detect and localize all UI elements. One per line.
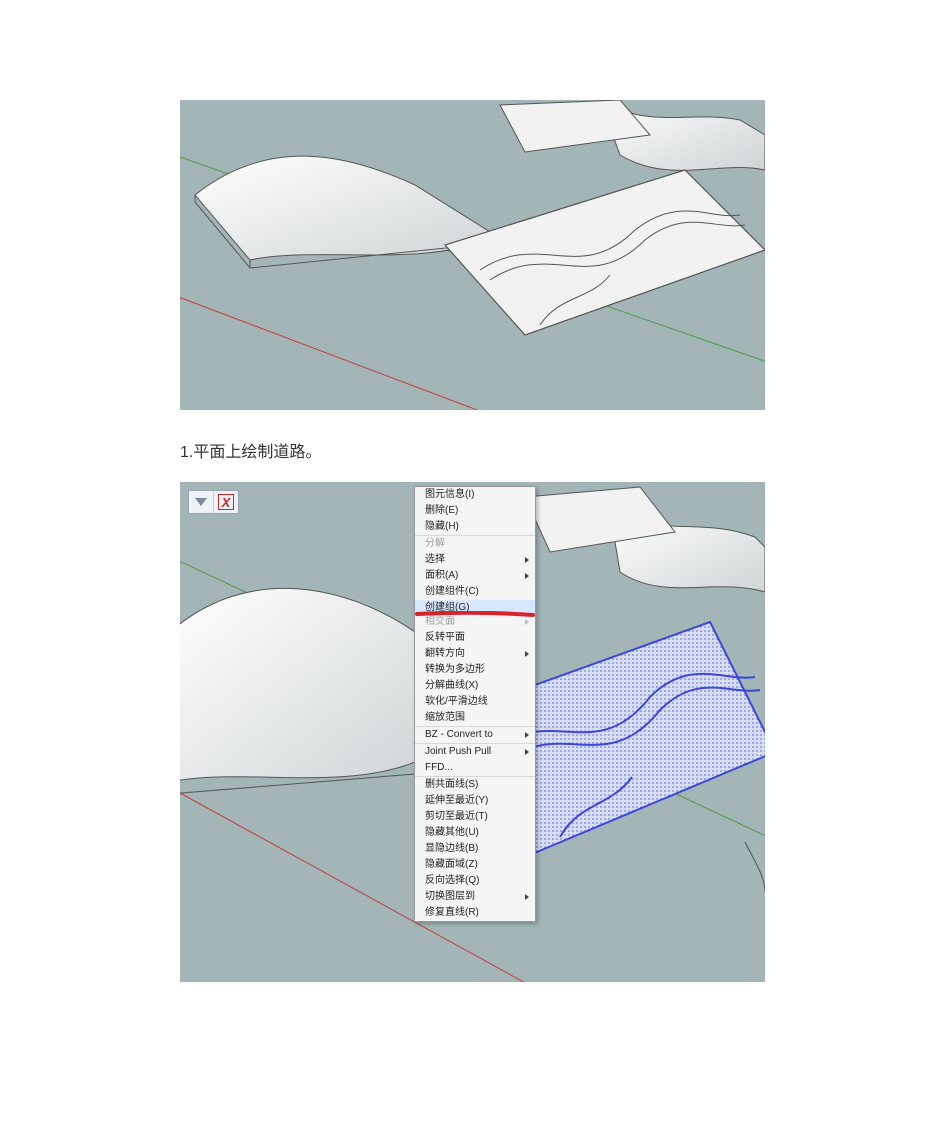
menu-item[interactable]: 创建组(G): [415, 600, 535, 614]
menu-item[interactable]: 显隐边线(B): [415, 841, 535, 857]
menu-item-label: 软化/平滑边线: [425, 696, 488, 707]
figure-2: X 图元信息(I) 删除(E) 隐藏(H) 分解选择面积(A) 创建组件(C) 创建组(G…: [180, 482, 765, 982]
menu-item-label: 面积(A): [425, 570, 458, 581]
menu-item[interactable]: 切换图层到: [415, 889, 535, 905]
menu-item[interactable]: Joint Push Pull: [415, 744, 535, 760]
menu-item-label: 延伸至最近(Y): [425, 795, 488, 806]
menu-item-label: 切换图层到: [425, 891, 475, 902]
menu-item-label: 反向选择(Q): [425, 875, 479, 886]
menu-item[interactable]: 反向选择(Q): [415, 873, 535, 889]
menu-item-label: 相交面: [425, 616, 455, 627]
menu-item[interactable]: 隐藏其他(U): [415, 825, 535, 841]
menu-item: 分解: [415, 536, 535, 552]
menu-item[interactable]: FFD...: [415, 760, 535, 777]
scene-1: [180, 100, 765, 410]
menu-item-label: 反转平面: [425, 632, 465, 643]
menu-item[interactable]: 隐藏面域(Z): [415, 857, 535, 873]
menu-item[interactable]: BZ - Convert to: [415, 727, 535, 744]
menu-item-label: 隐藏(H): [425, 521, 459, 532]
menu-item: 相交面: [415, 614, 535, 630]
menu-item-label: 隐藏其他(U): [425, 827, 479, 838]
context-menu: 图元信息(I) 删除(E) 隐藏(H) 分解选择面积(A) 创建组件(C) 创建组(G) 相…: [414, 486, 536, 922]
menu-item[interactable]: 隐藏(H): [415, 519, 535, 536]
menu-item-label: 图元信息(I): [425, 489, 474, 500]
menu-item-label: Joint Push Pull: [425, 746, 491, 757]
menu-item[interactable]: 翻转方向: [415, 646, 535, 662]
menu-item-label: 翻转方向: [425, 648, 465, 659]
menu-item-label: 转换为多边形: [425, 664, 485, 675]
menu-item-label: 删除(E): [425, 505, 458, 516]
menu-item[interactable]: 删除(E): [415, 503, 535, 519]
menu-item[interactable]: 图元信息(I): [415, 487, 535, 503]
bucket-icon[interactable]: [189, 491, 214, 513]
menu-item-label: 分解曲线(X): [425, 680, 478, 691]
menu-item[interactable]: 分解曲线(X): [415, 678, 535, 694]
menu-item[interactable]: 剪切至最近(T): [415, 809, 535, 825]
menu-item-label: 隐藏面域(Z): [425, 859, 478, 870]
menu-item[interactable]: 创建组件(C): [415, 584, 535, 600]
close-icon[interactable]: X: [214, 491, 238, 513]
menu-item-label: 缩放范围: [425, 712, 465, 723]
menu-item-label: 显隐边线(B): [425, 843, 478, 854]
menu-item-label: 选择: [425, 554, 445, 565]
menu-item-label: 修复直线(R): [425, 907, 479, 918]
caption-1: 1.平面上绘制道路。: [180, 438, 765, 462]
menu-item-label: 分解: [425, 538, 445, 549]
menu-item[interactable]: 延伸至最近(Y): [415, 793, 535, 809]
menu-item[interactable]: 修复直线(R): [415, 905, 535, 921]
menu-item-label: BZ - Convert to: [425, 729, 493, 740]
menu-item-label: 剪切至最近(T): [425, 811, 488, 822]
toolbar: X: [188, 490, 239, 514]
menu-item[interactable]: 反转平面: [415, 630, 535, 646]
menu-item[interactable]: 删共面线(S): [415, 777, 535, 793]
menu-item-label: 删共面线(S): [425, 779, 478, 790]
menu-item-label: 创建组件(C): [425, 586, 479, 597]
figure-1: [180, 100, 765, 410]
menu-item-label: FFD...: [425, 762, 453, 773]
menu-item[interactable]: 选择: [415, 552, 535, 568]
menu-item[interactable]: 转换为多边形: [415, 662, 535, 678]
menu-item[interactable]: 缩放范围: [415, 710, 535, 727]
menu-item[interactable]: 面积(A): [415, 568, 535, 584]
menu-item[interactable]: 软化/平滑边线: [415, 694, 535, 710]
